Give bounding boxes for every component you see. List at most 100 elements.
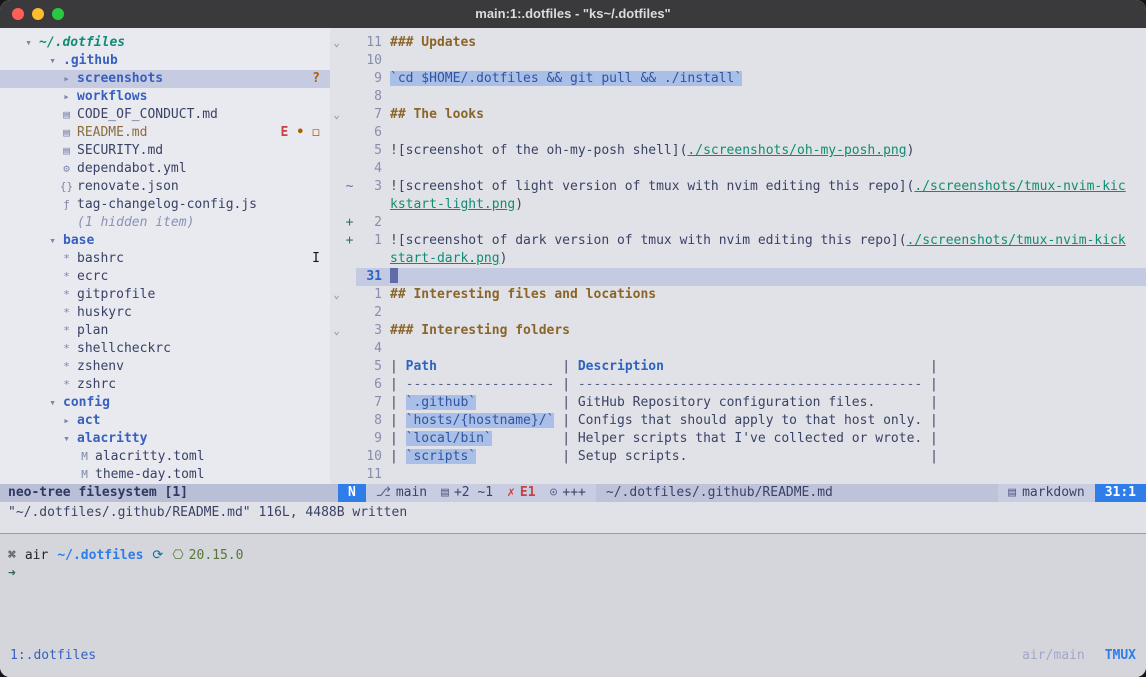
tree-item[interactable]: ▾base [0, 232, 330, 250]
fold-icon[interactable]: ⌄ [330, 106, 343, 124]
editor-line[interactable]: 31 [330, 268, 1146, 286]
tree-item[interactable]: ▾~/.dotfiles [0, 34, 330, 52]
tree-item[interactable]: ▾config [0, 394, 330, 412]
editor-line[interactable]: 6| ------------------- | ---------------… [330, 376, 1146, 394]
tree-item[interactable]: *huskyrc [0, 304, 330, 322]
git-sign: ~ [343, 178, 356, 196]
tree-item[interactable]: ▾.github [0, 52, 330, 70]
tree-item[interactable]: *zshenv [0, 358, 330, 376]
fold-column [330, 376, 343, 394]
line-number: 10 [356, 52, 382, 70]
editor-line[interactable]: 8| `hosts/{hostname}/` | Configs that sh… [330, 412, 1146, 430]
fold-icon[interactable]: ⌄ [330, 286, 343, 304]
line-number: 8 [356, 412, 382, 430]
tree-item[interactable]: ▸workflows [0, 88, 330, 106]
tree-item[interactable]: {}renovate.json [0, 178, 330, 196]
tree-item[interactable]: ▤README.mdE•◻ [0, 124, 330, 142]
tree-item[interactable]: *ecrc [0, 268, 330, 286]
text-segment [687, 449, 922, 464]
editor-line[interactable]: start-dark.png) [330, 250, 1146, 268]
editor-line[interactable]: ⌄1## Interesting files and locations [330, 286, 1146, 304]
tree-item[interactable]: ƒtag-changelog-config.js [0, 196, 330, 214]
minimize-button[interactable] [32, 8, 44, 20]
tree-item[interactable]: Malacritty.toml [0, 448, 330, 466]
editor-line[interactable]: ⌄3### Interesting folders [330, 322, 1146, 340]
fold-column [330, 142, 343, 160]
editor-line[interactable]: kstart-light.png) [330, 196, 1146, 214]
line-number: 6 [356, 376, 382, 394]
line-number: 1 [356, 286, 382, 304]
editor-line[interactable]: 5![screenshot of the oh-my-posh shell](.… [330, 142, 1146, 160]
tree-item-badges: ? [312, 70, 330, 88]
fold-column [330, 430, 343, 448]
editor-line[interactable]: +1![screenshot of dark version of tmux w… [330, 232, 1146, 250]
status-row: neo-tree filesystem [1] N ⎇main▤+2 ~1✗E1… [0, 484, 1146, 502]
editor-line[interactable]: 11 [330, 466, 1146, 484]
editor-line[interactable]: ⌄7## The looks [330, 106, 1146, 124]
tree-item[interactable]: *plan [0, 322, 330, 340]
text-segment: | [390, 359, 406, 374]
tree-item[interactable]: ▸act [0, 412, 330, 430]
tree-item[interactable]: ▤CODE_OF_CONDUCT.md [0, 106, 330, 124]
line-text: `cd $HOME/.dotfiles && git pull && ./ins… [390, 70, 742, 88]
editor-line[interactable]: 9| `local/bin` | Helper scripts that I'v… [330, 430, 1146, 448]
tree-item[interactable]: Mtheme-day.toml [0, 466, 330, 484]
line-number: 31 [356, 268, 382, 286]
editor-line[interactable]: 10 [330, 52, 1146, 70]
fold-column [330, 412, 343, 430]
tree-item[interactable]: ▸screenshots? [0, 70, 330, 88]
shell-empty-area[interactable] [0, 583, 1146, 647]
fold-column [330, 340, 343, 358]
tree-item-label: zshenv [77, 358, 124, 376]
editor-line[interactable]: 8 [330, 88, 1146, 106]
traffic-lights [12, 8, 64, 20]
editor-line[interactable]: 6 [330, 124, 1146, 142]
sign-column [343, 250, 356, 268]
tree-item[interactable]: *shellcheckrc [0, 340, 330, 358]
cwd-text: ~/.dotfiles [57, 547, 143, 565]
tree-item[interactable]: ▤SECURITY.md [0, 142, 330, 160]
git-sign: + [343, 214, 356, 232]
apple-icon: ⌘ [8, 547, 16, 565]
line-number: 11 [356, 466, 382, 484]
editor-line[interactable]: 4 [330, 160, 1146, 178]
sign-column [343, 70, 356, 88]
text-segment: ./screenshots/oh-my-posh.png [687, 143, 906, 158]
maximize-button[interactable] [52, 8, 64, 20]
tree-item[interactable]: (1 hidden item) [0, 214, 330, 232]
editor-line[interactable]: +2 [330, 214, 1146, 232]
editor-line[interactable]: ~3![screenshot of light version of tmux … [330, 178, 1146, 196]
editor-line[interactable]: 5| Path | Description | [330, 358, 1146, 376]
tree-item[interactable]: ⚙dependabot.yml [0, 160, 330, 178]
fold-icon[interactable]: ⌄ [330, 34, 343, 52]
tree-item[interactable]: *bashrcI [0, 250, 330, 268]
tmux-window-item[interactable]: 1:.dotfiles [10, 647, 96, 665]
neo-tree-panel[interactable]: ▾~/.dotfiles▾.github▸screenshots?▸workfl… [0, 28, 330, 484]
editor-line[interactable]: 2 [330, 304, 1146, 322]
editor-pane[interactable]: ⌄11### Updates109`cd $HOME/.dotfiles && … [330, 28, 1146, 484]
line-number: 4 [356, 340, 382, 358]
tree-item[interactable]: ▾alacritty [0, 430, 330, 448]
editor-line[interactable]: 4 [330, 340, 1146, 358]
markdown-icon: ▤ [1008, 484, 1016, 502]
text-segment: Configs that should apply to that host o… [578, 413, 922, 428]
tree-item-label: theme-day.toml [95, 466, 205, 484]
toml-file-icon: M [76, 448, 93, 466]
diagnostics-errors-icon: ✗ [507, 484, 515, 502]
tree-item[interactable]: *zshrc [0, 376, 330, 394]
chevron-down-icon: ▾ [58, 430, 75, 448]
editor-line[interactable]: 10| `scripts` | Setup scripts. | [330, 448, 1146, 466]
text-segment: start-dark.png [390, 251, 500, 266]
text-segment: | [554, 431, 577, 446]
tmux-pane-shell[interactable]: ⌘air~/.dotfiles⟳⎔20.15.0 ➜ 1:.dotfiles a… [0, 533, 1146, 677]
fold-icon[interactable]: ⌄ [330, 322, 343, 340]
editor-line[interactable]: ⌄11### Updates [330, 34, 1146, 52]
titlebar[interactable]: main:1:.dotfiles - "ks~/.dotfiles" [0, 0, 1146, 28]
tree-item[interactable]: *gitprofile [0, 286, 330, 304]
tree-item-label: workflows [77, 88, 147, 106]
editor-line[interactable]: 7| `.github` | GitHub Repository configu… [330, 394, 1146, 412]
text-segment: ) [500, 251, 508, 266]
editor-line[interactable]: 9`cd $HOME/.dotfiles && git pull && ./in… [330, 70, 1146, 88]
tree-item-label: tag-changelog-config.js [77, 196, 257, 214]
close-button[interactable] [12, 8, 24, 20]
